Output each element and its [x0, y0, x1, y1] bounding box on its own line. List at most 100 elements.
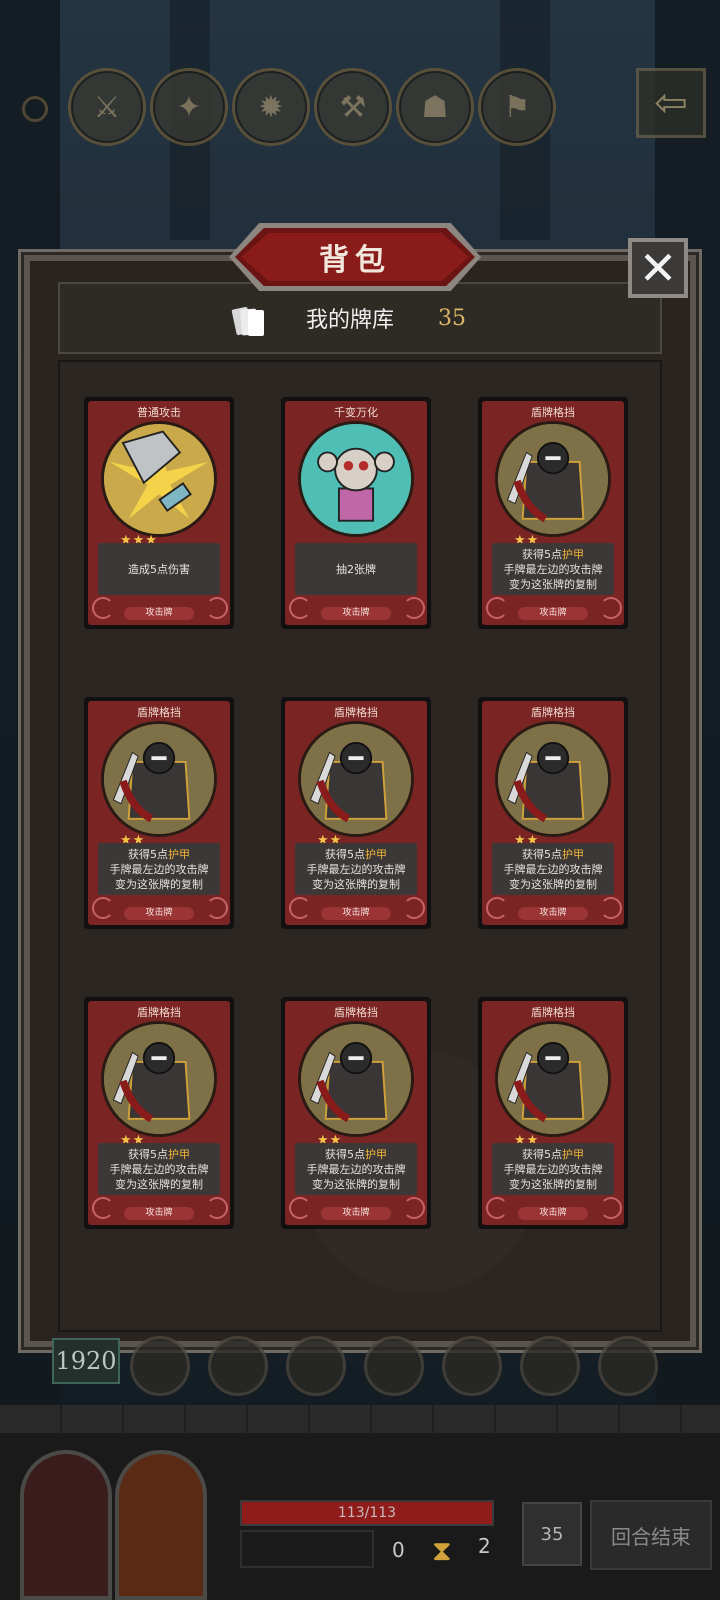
armor-keyword: 护甲 — [562, 547, 584, 561]
draw-pile-button[interactable]: 35 — [522, 1502, 582, 1566]
skill-slot[interactable] — [286, 1336, 346, 1396]
relic-icon[interactable]: ⚑ — [478, 68, 556, 146]
card-type: 攻击牌 — [518, 907, 588, 920]
card-desc-line: 手牌最左边的攻击牌 — [109, 862, 209, 876]
swirl-ornament — [600, 897, 622, 919]
end-turn-button[interactable]: 回合结束 — [590, 1500, 712, 1570]
card-desc-line: 变为这张牌的复制 — [312, 1177, 400, 1191]
skill-slot[interactable] — [520, 1336, 580, 1396]
swirl-ornament — [206, 1197, 228, 1219]
card-frame: 盾牌格挡 ★★ 获得5点护甲 手牌最左边的攻击牌 变为这张牌的复制 攻击牌 — [88, 701, 230, 925]
swirl-ornament — [206, 597, 228, 619]
card-desc-line: 手牌最左边的攻击牌 — [306, 862, 406, 876]
card-name: 盾牌格挡 — [531, 1006, 575, 1019]
card-art — [495, 421, 611, 537]
swirl-ornament — [289, 1197, 311, 1219]
skill-slot[interactable] — [442, 1336, 502, 1396]
card-name: 千变万化 — [334, 406, 378, 419]
card-desc-line: 变为这张牌的复制 — [115, 1177, 203, 1191]
card-desc-line: 获得5点护甲 — [522, 1147, 584, 1161]
card-art — [101, 421, 217, 537]
close-icon: ✕ — [638, 241, 678, 295]
swirl-ornament — [92, 597, 114, 619]
card-frame: 普通攻击 ★★★ 造成5点伤害 攻击牌 — [88, 401, 230, 625]
swirl-ornament — [600, 1197, 622, 1219]
relic-icon[interactable]: ⚔ — [68, 68, 146, 146]
card-frame: 盾牌格挡 ★★ 获得5点护甲 手牌最左边的攻击牌 变为这张牌的复制 攻击牌 — [285, 1001, 427, 1225]
card-desc-line: 变为这张牌的复制 — [115, 877, 203, 891]
hero-portrait[interactable] — [115, 1450, 207, 1600]
swirl-ornament — [600, 597, 622, 619]
card-desc: 获得5点护甲 手牌最左边的攻击牌 变为这张牌的复制 — [98, 1143, 220, 1195]
card-desc-line: 抽2张牌 — [336, 562, 376, 576]
card-desc-line: 造成5点伤害 — [128, 562, 190, 576]
back-arrow-icon[interactable]: ⇦ — [636, 68, 706, 138]
relic-icon[interactable]: ✦ — [150, 68, 228, 146]
skill-slot[interactable] — [364, 1336, 424, 1396]
skill-slot[interactable] — [208, 1336, 268, 1396]
hp-bar: 113/113 — [240, 1500, 494, 1526]
card[interactable]: 盾牌格挡 ★★ 获得5点护甲 手牌最左边的攻击牌 变为这张牌的复制 攻击牌 — [478, 397, 628, 629]
block-value: 0 — [392, 1538, 405, 1562]
ally-portrait[interactable] — [20, 1450, 112, 1600]
card-name: 盾牌格挡 — [531, 406, 575, 419]
card-desc: 获得5点护甲 手牌最左边的攻击牌 变为这张牌的复制 — [492, 1143, 614, 1195]
card-art — [298, 421, 414, 537]
swirl-ornament — [403, 897, 425, 919]
cards-icon — [231, 306, 264, 336]
card-name: 盾牌格挡 — [531, 706, 575, 719]
card-desc-line: 获得5点护甲 — [128, 847, 190, 861]
card[interactable]: 盾牌格挡 ★★ 获得5点护甲 手牌最左边的攻击牌 变为这张牌的复制 攻击牌 — [281, 697, 431, 929]
swirl-ornament — [92, 1197, 114, 1219]
card-desc-line: 获得5点护甲 — [325, 847, 387, 861]
armor-keyword: 护甲 — [168, 1147, 190, 1161]
card-type: 攻击牌 — [124, 1207, 194, 1220]
card-name: 盾牌格挡 — [334, 1006, 378, 1019]
card[interactable]: 盾牌格挡 ★★ 获得5点护甲 手牌最左边的攻击牌 变为这张牌的复制 攻击牌 — [84, 697, 234, 929]
card-desc: 获得5点护甲 手牌最左边的攻击牌 变为这张牌的复制 — [295, 1143, 417, 1195]
swirl-ornament — [486, 1197, 508, 1219]
card-desc-line: 手牌最左边的攻击牌 — [503, 562, 603, 576]
deck-count: 35 — [438, 306, 466, 331]
card-art — [298, 721, 414, 837]
card-art — [495, 721, 611, 837]
card-desc-line: 获得5点护甲 — [128, 1147, 190, 1161]
card-type: 攻击牌 — [321, 907, 391, 920]
skill-slot[interactable] — [130, 1336, 190, 1396]
card-desc-line: 变为这张牌的复制 — [509, 577, 597, 591]
card-desc-line: 手牌最左边的攻击牌 — [503, 1162, 603, 1176]
relic-icon[interactable]: ☗ — [396, 68, 474, 146]
card-desc-line: 变为这张牌的复制 — [509, 1177, 597, 1191]
energy-value: 2 — [478, 1534, 491, 1558]
swirl-ornament — [403, 1197, 425, 1219]
title-plate: 背包 — [229, 223, 481, 291]
card-name: 盾牌格挡 — [137, 1006, 181, 1019]
card[interactable]: 盾牌格挡 ★★ 获得5点护甲 手牌最左边的攻击牌 变为这张牌的复制 攻击牌 — [84, 997, 234, 1229]
close-button[interactable]: ✕ — [628, 238, 688, 298]
card-frame: 盾牌格挡 ★★ 获得5点护甲 手牌最左边的攻击牌 变为这张牌的复制 攻击牌 — [88, 1001, 230, 1225]
armor-keyword: 护甲 — [168, 847, 190, 861]
card-desc-line: 获得5点护甲 — [325, 1147, 387, 1161]
skill-slot[interactable] — [598, 1336, 658, 1396]
armor-keyword: 护甲 — [562, 1147, 584, 1161]
card[interactable]: 盾牌格挡 ★★ 获得5点护甲 手牌最左边的攻击牌 变为这张牌的复制 攻击牌 — [478, 997, 628, 1229]
card-art — [101, 721, 217, 837]
relic-icon[interactable]: ✹ — [232, 68, 310, 146]
card-type: 攻击牌 — [321, 1207, 391, 1220]
card[interactable]: 千变万化 抽2张牌 攻击牌 — [281, 397, 431, 629]
card-frame: 盾牌格挡 ★★ 获得5点护甲 手牌最左边的攻击牌 变为这张牌的复制 攻击牌 — [482, 1001, 624, 1225]
card-frame: 千变万化 抽2张牌 攻击牌 — [285, 401, 427, 625]
card-desc: 获得5点护甲 手牌最左边的攻击牌 变为这张牌的复制 — [492, 543, 614, 595]
swirl-ornament — [206, 897, 228, 919]
card-desc-line: 获得5点护甲 — [522, 847, 584, 861]
card-art — [101, 1021, 217, 1137]
swirl-ornament — [486, 597, 508, 619]
brick-wall — [0, 1405, 720, 1433]
swirl-ornament — [92, 897, 114, 919]
relic-icon[interactable]: ⚒ — [314, 68, 392, 146]
panel-title: 背包 — [319, 243, 391, 278]
card[interactable]: 盾牌格挡 ★★ 获得5点护甲 手牌最左边的攻击牌 变为这张牌的复制 攻击牌 — [281, 997, 431, 1229]
card[interactable]: 盾牌格挡 ★★ 获得5点护甲 手牌最左边的攻击牌 变为这张牌的复制 攻击牌 — [478, 697, 628, 929]
card[interactable]: 普通攻击 ★★★ 造成5点伤害 攻击牌 — [84, 397, 234, 629]
card-desc-line: 手牌最左边的攻击牌 — [109, 1162, 209, 1176]
